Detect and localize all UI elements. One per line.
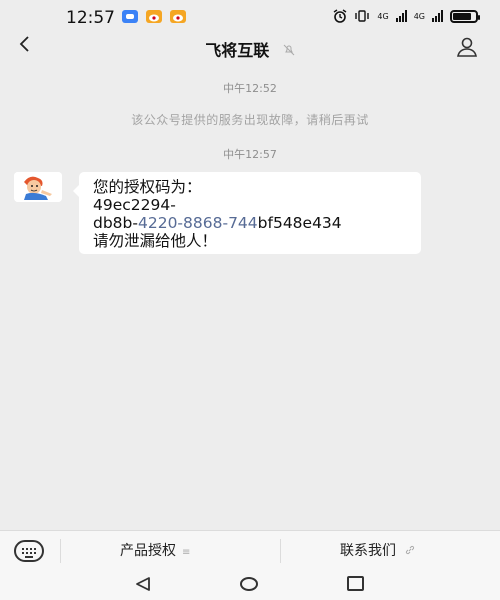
status-bar: 12:57 4G 4G xyxy=(0,0,500,34)
message-line: 您的授权码为： xyxy=(93,178,202,196)
link-icon xyxy=(402,545,415,558)
person-icon xyxy=(457,37,477,57)
menu-divider xyxy=(280,539,281,563)
menu-label: 产品授权 xyxy=(120,543,176,559)
menu-contact-us[interactable]: 联系我们 xyxy=(340,540,415,560)
code-segment: db8b- xyxy=(93,214,138,232)
bottom-menu-bar: 产品授权 ≡ 联系我们 xyxy=(0,530,500,571)
menu-list-icon: ≡ xyxy=(182,547,191,558)
message-line: 请勿泄漏给他人！ xyxy=(93,232,218,250)
alarm-icon xyxy=(334,9,347,23)
status-right: 4G 4G xyxy=(333,9,480,23)
cartoon-avatar-icon xyxy=(14,172,62,202)
page-title: 飞将互联 xyxy=(0,37,500,61)
notification-icons xyxy=(122,10,186,23)
phone-number-link[interactable]: 4220-8868-744 xyxy=(138,214,258,232)
avatar[interactable] xyxy=(14,172,62,202)
bell-off-icon xyxy=(283,44,295,59)
menu-label: 联系我们 xyxy=(340,543,396,559)
message-line: 49ec2294- xyxy=(93,196,176,214)
account-name: 飞将互联 xyxy=(205,41,270,60)
network-type-1: 4G xyxy=(377,11,389,21)
triangle-back-icon xyxy=(136,577,150,591)
message-line: db8b-4220-8868-744bf548e434 xyxy=(93,214,421,232)
profile-button[interactable] xyxy=(456,37,478,57)
weibo-app-icon-2 xyxy=(170,10,186,23)
timestamp: 中午12:57 xyxy=(223,148,277,161)
timestamp: 中午12:52 xyxy=(223,82,277,95)
status-time: 12:57 xyxy=(66,8,115,28)
code-segment: bf548e434 xyxy=(257,214,342,232)
menu-divider xyxy=(60,539,61,563)
system-nav-bar xyxy=(0,570,500,600)
network-type-2: 4G xyxy=(413,11,425,21)
nav-home-button[interactable] xyxy=(240,577,258,591)
nav-back-button[interactable] xyxy=(134,576,152,596)
menu-product-license[interactable]: 产品授权 ≡ xyxy=(120,540,190,560)
nav-recents-button[interactable] xyxy=(347,576,364,591)
signal-icon-2 xyxy=(432,10,443,22)
message-bubble[interactable]: 您的授权码为： 49ec2294- db8b-4220-8868-744bf54… xyxy=(73,172,421,254)
signal-icon-1 xyxy=(395,10,407,22)
keyboard-toggle-button[interactable] xyxy=(14,540,44,562)
header-bar: 飞将互联 xyxy=(0,34,500,64)
vibrate-icon xyxy=(355,10,370,22)
weibo-app-icon xyxy=(146,10,162,23)
system-message: 该公众号提供的服务出现故障，请稍后再试 xyxy=(131,113,369,127)
battery-icon xyxy=(450,9,480,23)
message-app-icon xyxy=(122,10,138,23)
